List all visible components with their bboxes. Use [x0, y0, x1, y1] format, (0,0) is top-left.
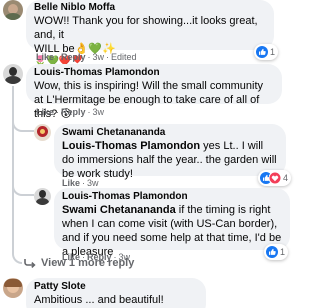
- comment-bubble: Swami Chetanananda Louis-Thomas Plamondo…: [54, 124, 286, 180]
- reaction-count: 4: [283, 173, 289, 183]
- reaction-count: 1: [270, 47, 276, 57]
- edited-label: Edited: [111, 52, 137, 62]
- comment-text: WOW!! Thank you for showing...it looks g…: [34, 15, 258, 41]
- comment-text: Ambitious ... and beautiful!: [34, 294, 164, 306]
- reaction-badge[interactable]: 1: [264, 244, 289, 260]
- timestamp[interactable]: 3w: [87, 178, 99, 188]
- avatar[interactable]: [3, 278, 23, 298]
- comment-author[interactable]: Louis-Thomas Plamondon: [34, 67, 274, 79]
- like-button[interactable]: Like: [36, 107, 54, 117]
- thread-line: [12, 86, 14, 254]
- reaction-badge[interactable]: 1: [254, 44, 279, 60]
- reply-button[interactable]: Reply: [61, 52, 86, 62]
- comment-author[interactable]: Swami Chetanananda: [62, 127, 278, 139]
- reply-button[interactable]: Reply: [61, 107, 86, 117]
- mention-link[interactable]: Louis-Thomas Plamondon: [62, 140, 200, 152]
- thread-connector: [12, 182, 34, 196]
- like-button[interactable]: Like: [62, 178, 80, 188]
- like-icon: [256, 46, 268, 58]
- love-icon: [269, 172, 281, 184]
- timestamp[interactable]: 3w: [93, 52, 105, 62]
- mention-link[interactable]: Swami Chetanananda: [62, 204, 176, 216]
- avatar[interactable]: [34, 188, 51, 205]
- reply-arrow-icon: [24, 259, 36, 268]
- comment-bubble: Belle Niblo Moffa WOW!! Thank you for sh…: [26, 0, 274, 67]
- timestamp[interactable]: 3w: [93, 107, 105, 117]
- comment-meta: Like · Reply · 3w · Edited: [36, 52, 137, 62]
- reaction-badge[interactable]: 4: [258, 170, 292, 186]
- comment-author[interactable]: Louis-Thomas Plamondon: [62, 191, 282, 203]
- reaction-count: 1: [280, 247, 286, 257]
- avatar[interactable]: [3, 64, 23, 84]
- thread-connector: [12, 118, 34, 132]
- avatar[interactable]: [34, 124, 51, 141]
- comment-text: Louis-Thomas Plamondon yes Lt.. I will d…: [62, 139, 278, 181]
- comment-bubble: Louis-Thomas Plamondon Wow, this is insp…: [26, 64, 282, 120]
- comment-meta: Like · Reply · 3w: [36, 107, 105, 117]
- like-icon: [266, 246, 278, 258]
- comment-author[interactable]: Belle Niblo Moffa: [34, 2, 266, 14]
- view-more-label: View 1 more reply: [41, 257, 135, 269]
- comment-bubble: Louis-Thomas Plamondon Swami Chetananand…: [54, 188, 290, 258]
- comment-text: Swami Chetanananda if the timing is righ…: [62, 203, 282, 259]
- like-button[interactable]: Like: [36, 52, 54, 62]
- view-more-replies-link[interactable]: View 1 more reply: [24, 256, 134, 270]
- comment-bubble: Patty Slote Ambitious ... and beautiful!: [26, 278, 206, 308]
- avatar[interactable]: [3, 0, 23, 20]
- thread-connector: [12, 252, 22, 264]
- comment-author[interactable]: Patty Slote: [34, 281, 198, 293]
